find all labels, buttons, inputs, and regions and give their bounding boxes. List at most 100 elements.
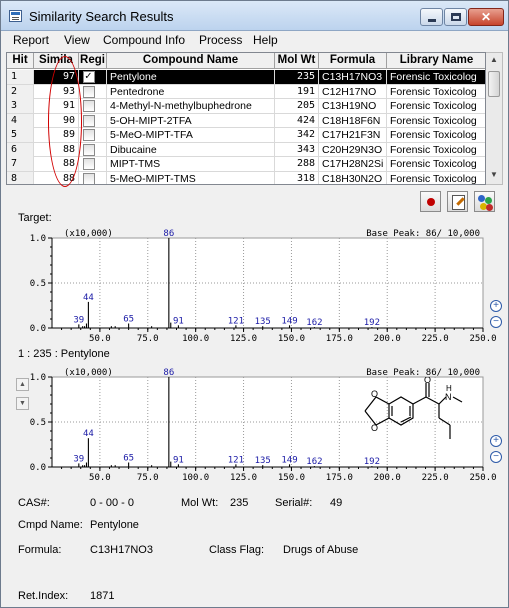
x-tick-label: 150.0 bbox=[278, 334, 305, 344]
formula: C20H29N3O bbox=[319, 142, 387, 157]
ret-index-value: 1871 bbox=[90, 590, 115, 602]
registered-checkbox-box[interactable] bbox=[83, 143, 95, 156]
table-scrollbar[interactable]: ▲ ▼ bbox=[486, 52, 503, 185]
x-tick-label: 100.0 bbox=[182, 473, 209, 483]
registered-checkbox-box[interactable] bbox=[83, 158, 95, 170]
menu-view[interactable]: View bbox=[64, 33, 90, 47]
y-tick-label: 1.0 bbox=[30, 234, 46, 244]
maximize-icon bbox=[451, 13, 461, 21]
x-tick-label: 250.0 bbox=[469, 473, 496, 483]
class-flag-label: Class Flag: bbox=[209, 544, 265, 556]
y-tick-label: 0.5 bbox=[30, 418, 46, 428]
table-row[interactable]: 197Pentylone235C13H17NO3Forensic Toxicol… bbox=[7, 70, 485, 85]
mol-wt: 318 bbox=[275, 171, 319, 184]
compound-name: Pentedrone bbox=[107, 84, 275, 99]
formula: C18H18F6N bbox=[319, 113, 387, 128]
scroll-up-icon[interactable]: ▲ bbox=[488, 55, 500, 67]
col-formula[interactable]: Formula bbox=[319, 53, 387, 69]
col-compound-name[interactable]: Compound Name bbox=[107, 53, 275, 69]
registered-checkbox-box[interactable] bbox=[83, 85, 95, 98]
compound-name: 5-MeO-MIPT-TFA bbox=[107, 128, 275, 142]
cas-value: 0 - 00 - 0 bbox=[90, 497, 135, 509]
record-icon[interactable] bbox=[420, 191, 441, 212]
ret-index-label: Ret.Index: bbox=[18, 590, 69, 602]
formula: C13H19NO bbox=[319, 99, 387, 113]
close-button[interactable]: ✕ bbox=[468, 8, 504, 26]
col-registered[interactable]: Regi bbox=[79, 53, 107, 69]
registered-checkbox bbox=[79, 142, 107, 157]
previous-hit-arrow-icon[interactable]: ▲ bbox=[16, 378, 29, 391]
peak-label: 44 bbox=[83, 429, 94, 439]
formula-value: C13H17NO3 bbox=[90, 544, 153, 556]
x-tick-label: 175.0 bbox=[326, 473, 353, 483]
x-tick-label: 175.0 bbox=[326, 334, 353, 344]
formula: C17H28N2Si bbox=[319, 157, 387, 171]
x-tick-label: 150.0 bbox=[278, 473, 305, 483]
molwt-label: Mol Wt: bbox=[181, 497, 219, 509]
x-tick-label: 75.0 bbox=[137, 473, 159, 483]
y-tick-label: 0.5 bbox=[30, 279, 46, 289]
menu-help[interactable]: Help bbox=[253, 33, 278, 47]
col-hit[interactable]: Hit bbox=[7, 53, 34, 69]
similarity-highlight-oval bbox=[48, 56, 82, 187]
molecule-icon[interactable] bbox=[474, 191, 495, 212]
compound-name: 5-MeO-MIPT-TMS bbox=[107, 171, 275, 184]
library-name: Forensic Toxicolog bbox=[387, 143, 485, 157]
x-tick-label: 200.0 bbox=[374, 473, 401, 483]
scroll-down-icon[interactable]: ▼ bbox=[488, 170, 500, 182]
x-tick-label: 50.0 bbox=[89, 473, 111, 483]
intensity-scale-label: (x10,000) bbox=[64, 368, 113, 378]
hit-number: 1 bbox=[7, 70, 34, 84]
maximize-button[interactable] bbox=[444, 8, 467, 26]
compound-name: Pentylone bbox=[107, 70, 275, 84]
cmpd-name-label: Cmpd Name: bbox=[18, 519, 83, 531]
compound-name: 4-Methyl-N-methylbuphedrone bbox=[107, 99, 275, 113]
registered-checkbox-box[interactable] bbox=[83, 114, 95, 127]
edit-report-icon[interactable] bbox=[447, 191, 468, 212]
next-hit-arrow-icon[interactable]: ▼ bbox=[16, 397, 29, 410]
registered-checkbox-box[interactable] bbox=[83, 70, 95, 83]
zoom-in-icon[interactable]: + bbox=[490, 300, 502, 312]
x-tick-label: 125.0 bbox=[230, 473, 257, 483]
library-name: Forensic Toxicolog bbox=[387, 70, 485, 84]
library-name: Forensic Toxicolog bbox=[387, 128, 485, 142]
registered-checkbox bbox=[79, 113, 107, 128]
app-window-icon bbox=[9, 10, 22, 22]
minimize-icon bbox=[428, 19, 436, 22]
col-library-name[interactable]: Library Name bbox=[387, 53, 485, 69]
registered-checkbox-box[interactable] bbox=[83, 129, 95, 141]
library-name: Forensic Toxicolog bbox=[387, 172, 485, 185]
x-tick-label: 50.0 bbox=[89, 334, 111, 344]
menu-compound-info[interactable]: Compound Info bbox=[103, 33, 185, 47]
scroll-thumb[interactable] bbox=[488, 71, 500, 97]
peak-label: 192 bbox=[364, 457, 380, 467]
col-mol-wt[interactable]: Mol Wt bbox=[275, 53, 319, 69]
y-tick-label: 0.0 bbox=[30, 324, 46, 334]
menu-report[interactable]: Report bbox=[13, 33, 49, 47]
mol-wt: 191 bbox=[275, 84, 319, 99]
x-tick-label: 75.0 bbox=[137, 334, 159, 344]
zoom-in-icon[interactable]: + bbox=[490, 435, 502, 447]
library-name: Forensic Toxicolog bbox=[387, 114, 485, 128]
cmpd-name-value: Pentylone bbox=[90, 519, 139, 531]
peak-label: 44 bbox=[83, 293, 94, 303]
formula: C12H17NO bbox=[319, 84, 387, 99]
hit-number: 8 bbox=[7, 171, 34, 184]
minimize-button[interactable] bbox=[420, 8, 443, 26]
svg-text:H: H bbox=[446, 384, 452, 393]
registered-checkbox-box[interactable] bbox=[83, 100, 95, 112]
window-title: Similarity Search Results bbox=[29, 9, 174, 24]
peak-label: 149 bbox=[281, 455, 297, 465]
intensity-scale-label: (x10,000) bbox=[64, 229, 113, 239]
zoom-out-icon[interactable]: − bbox=[490, 451, 502, 463]
close-icon: ✕ bbox=[480, 10, 492, 24]
zoom-out-icon[interactable]: − bbox=[490, 316, 502, 328]
registered-checkbox-box[interactable] bbox=[83, 172, 95, 184]
x-tick-label: 200.0 bbox=[374, 334, 401, 344]
serial-label: Serial#: bbox=[275, 497, 313, 509]
peak-label: 86 bbox=[163, 229, 174, 239]
svg-text:N: N bbox=[445, 392, 452, 402]
menu-process[interactable]: Process bbox=[199, 33, 242, 47]
peak-label: 91 bbox=[173, 455, 184, 465]
table-row[interactable]: 8 88 5-MeO-MIPT-TMS 318 C18H30N2O Forensic To… bbox=[7, 171, 485, 185]
